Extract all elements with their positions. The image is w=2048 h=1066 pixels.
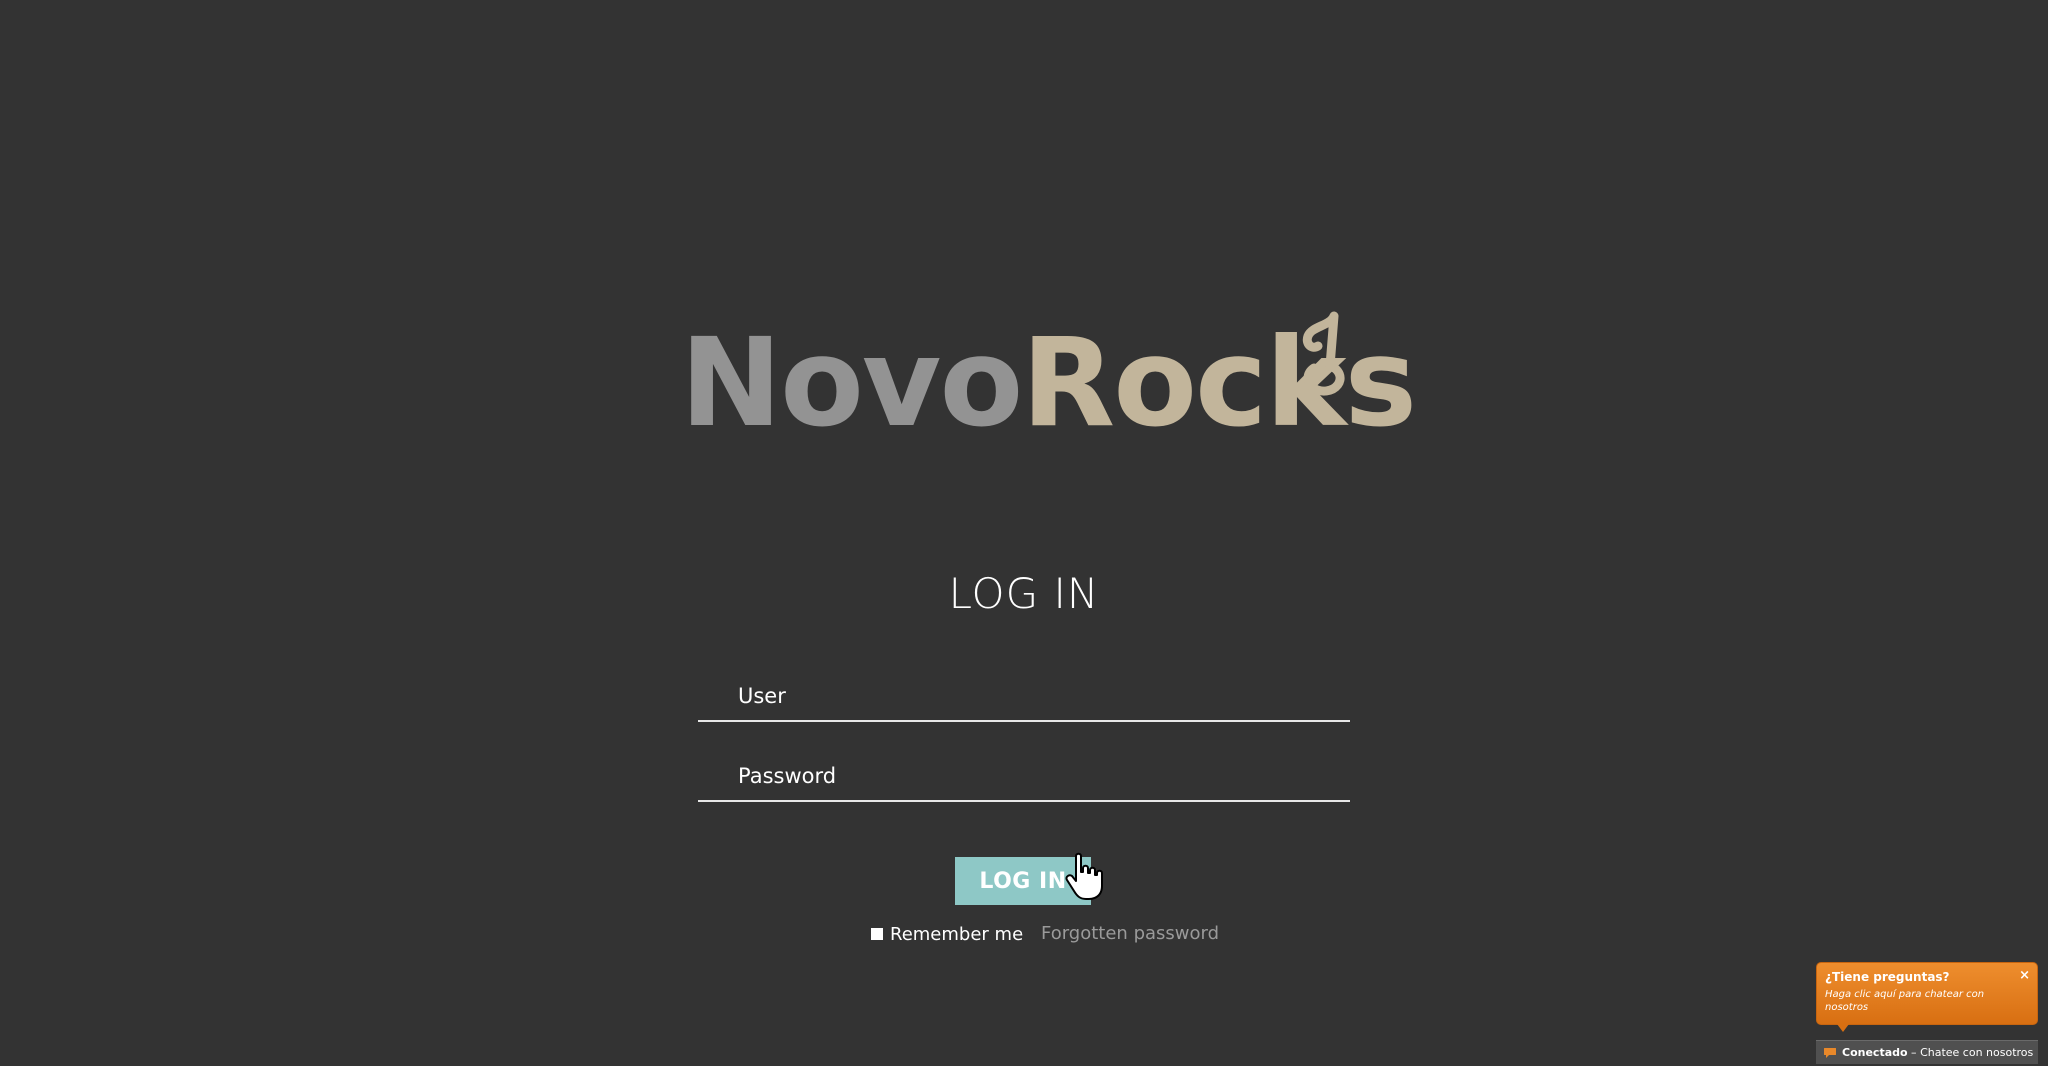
music-note-icon <box>1302 311 1345 396</box>
user-field-wrapper <box>698 672 1350 722</box>
chat-status-bar[interactable]: Conectado – Chatee con nosotros <box>1816 1040 2038 1064</box>
chat-bubble-icon <box>1823 1047 1837 1059</box>
chat-separator: – <box>1907 1046 1921 1059</box>
login-title: LOG IN <box>948 569 1100 618</box>
password-field-wrapper <box>698 752 1350 802</box>
logo-rocks: Rocks <box>1021 312 1417 454</box>
chat-status: Conectado <box>1842 1046 1908 1059</box>
novorocks-logo: NovoRocks <box>680 298 1417 468</box>
user-input[interactable] <box>698 672 1350 720</box>
close-icon[interactable]: × <box>2019 968 2030 983</box>
logo-novo: Novo <box>680 312 1023 454</box>
remember-me[interactable]: Remember me <box>871 921 1023 947</box>
chat-prompt-title: ¿Tiene preguntas? <box>1825 970 1950 984</box>
remember-me-checkbox[interactable] <box>871 928 883 940</box>
forgotten-password-link[interactable]: Forgotten password <box>1041 921 1219 947</box>
chat-prompt-subtitle: Haga clic aquí para chatear con nosotros <box>1825 989 1985 1013</box>
password-input[interactable] <box>698 752 1350 800</box>
chat-prompt-bubble[interactable]: ¿Tiene preguntas? × Haga clic aquí para … <box>1816 962 2038 1032</box>
chat-bubble-tail <box>1837 1024 1849 1032</box>
login-page: NovoRocks LOG IN LOG IN Remember me Forg… <box>0 0 2048 1066</box>
login-button[interactable]: LOG IN <box>955 857 1091 905</box>
chat-cta: Chatee con nosotros <box>1920 1046 2034 1059</box>
remember-me-label: Remember me <box>890 923 1024 945</box>
